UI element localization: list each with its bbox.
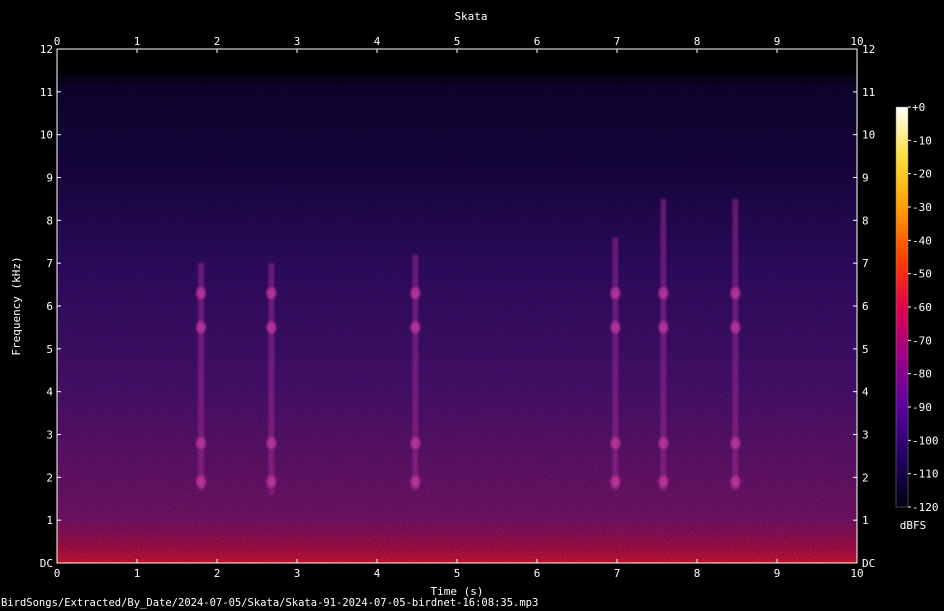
x-tick-label-bottom: 2 (214, 567, 221, 580)
bird-call-harmonic (730, 321, 741, 334)
y-tick-label-right: 2 (862, 471, 869, 484)
colorbar-tick-label: -90 (912, 401, 932, 414)
y-tick-label-left: 12 (40, 43, 53, 56)
bird-call-harmonic (266, 475, 277, 488)
x-tick-label-top: 4 (374, 35, 381, 48)
bird-call-harmonic (196, 287, 206, 300)
y-tick-label-left: 2 (46, 471, 53, 484)
colorbar-tick-label: -70 (912, 334, 932, 347)
y-tick-label-right: 5 (862, 343, 869, 356)
x-tick-label-top: 3 (294, 35, 301, 48)
colorbar-tick-label: -50 (912, 268, 932, 281)
y-tick-label-right: 8 (862, 214, 869, 227)
x-tick-label-top: 8 (694, 35, 701, 48)
colorbar-tick-label: -100 (912, 434, 939, 447)
colorbar-tick-label: -40 (912, 234, 932, 247)
y-tick-label-left: 9 (46, 172, 53, 185)
y-tick-label-right: 1 (862, 514, 869, 527)
spectrogram-chart: Skata 001122334455667788991010 DC DC1 12 23… (10, 10, 939, 598)
y-tick-label-left: 10 (40, 129, 53, 142)
x-tick-label-bottom: 6 (534, 567, 541, 580)
x-tick-label-top: 1 (134, 35, 141, 48)
y-tick-label-left: 8 (46, 214, 53, 227)
y-tick-label-right: 3 (862, 429, 869, 442)
plot-area (57, 49, 857, 563)
colorbar-tick-label: -60 (912, 301, 932, 314)
x-tick-label-top: 2 (214, 35, 221, 48)
y-tick-label-right: 9 (862, 172, 869, 185)
file-path: BirdSongs/Extracted/By_Date/2024-07-05/S… (1, 597, 539, 609)
y-tick-label-right: 10 (862, 129, 875, 142)
y-tick-label-left: 1 (46, 514, 53, 527)
bird-call-harmonic (658, 437, 669, 450)
y-tick-label-right: 6 (862, 300, 869, 313)
y-tick-label-left: 11 (40, 86, 53, 99)
colorbar-ticks: +0 -10 -20 -30 -40 -50 -60 -70 -80 -90 -100 -110 -12… (908, 101, 939, 514)
x-tick-label-top: 9 (774, 35, 781, 48)
bird-call-harmonic (610, 437, 621, 450)
bird-call-harmonic (730, 437, 741, 450)
x-tick-label-bottom: 3 (294, 567, 301, 580)
x-tick-label-top: 7 (614, 35, 621, 48)
y-tick-label-left: DC (40, 557, 53, 570)
colorbar-tick-label: -80 (912, 368, 932, 381)
colorbar-gradient (895, 106, 909, 508)
x-tick-label-bottom: 1 (134, 567, 141, 580)
y-tick-label-right: 11 (862, 86, 875, 99)
bird-call-harmonic (610, 287, 621, 300)
colorbar-tick-label: -110 (912, 468, 939, 481)
bird-call-harmonic (266, 287, 277, 300)
x-tick-label-top: 0 (54, 35, 61, 48)
bird-call-harmonic (410, 437, 421, 450)
bird-call-harmonic (658, 321, 669, 334)
x-tick-label-top: 6 (534, 35, 541, 48)
bird-call-harmonic (730, 287, 741, 300)
y-tick-label-right: 7 (862, 257, 869, 270)
colorbar-tick-label: -120 (912, 501, 939, 514)
bird-call-harmonic (266, 321, 277, 334)
chart-title: Skata (454, 10, 487, 23)
bird-call-harmonic (610, 475, 621, 488)
bird-call-harmonic (196, 475, 206, 488)
colorbar-tick-label: -30 (912, 201, 932, 214)
bird-call-harmonic (730, 475, 741, 488)
bird-call-harmonic (410, 475, 421, 488)
colorbar-tick-label: -20 (912, 168, 932, 181)
bird-call-streak (612, 237, 619, 491)
x-tick-label-bottom: 5 (454, 567, 461, 580)
colorbar-label: dBFS (900, 519, 927, 532)
y-tick-label-left: 3 (46, 429, 53, 442)
y-axis-label: Frequency (kHz) (10, 256, 23, 355)
y-tick-label-left: 5 (46, 343, 53, 356)
colorbar-tick-label: +0 (912, 101, 925, 114)
y-tick-label-left: 7 (46, 257, 53, 270)
x-tick-label-bottom: 4 (374, 567, 381, 580)
bird-call-harmonic (410, 287, 421, 300)
x-tick-label-top: 5 (454, 35, 461, 48)
bird-call-harmonic (610, 321, 621, 334)
colorbar-tick-label: -10 (912, 134, 932, 147)
bird-call-harmonic (410, 321, 421, 334)
x-tick-label-bottom: 0 (54, 567, 61, 580)
bird-call-harmonic (266, 437, 277, 450)
y-tick-label-right: 4 (862, 386, 869, 399)
y-tick-label-right: DC (862, 557, 875, 570)
bird-call-harmonic (658, 475, 669, 488)
y-tick-label-left: 4 (46, 386, 53, 399)
colorbar: +0 -10 -20 -30 -40 -50 -60 -70 -80 -90 -100 -110 -12… (895, 101, 939, 532)
bird-call-harmonic (658, 287, 669, 300)
x-tick-label-bottom: 9 (774, 567, 781, 580)
y-tick-label-right: 12 (862, 43, 875, 56)
y-tick-label-left: 6 (46, 300, 53, 313)
x-tick-label-bottom: 7 (614, 567, 621, 580)
bird-call-harmonic (196, 321, 206, 334)
bird-call-harmonic (196, 437, 206, 450)
x-tick-label-bottom: 8 (694, 567, 701, 580)
